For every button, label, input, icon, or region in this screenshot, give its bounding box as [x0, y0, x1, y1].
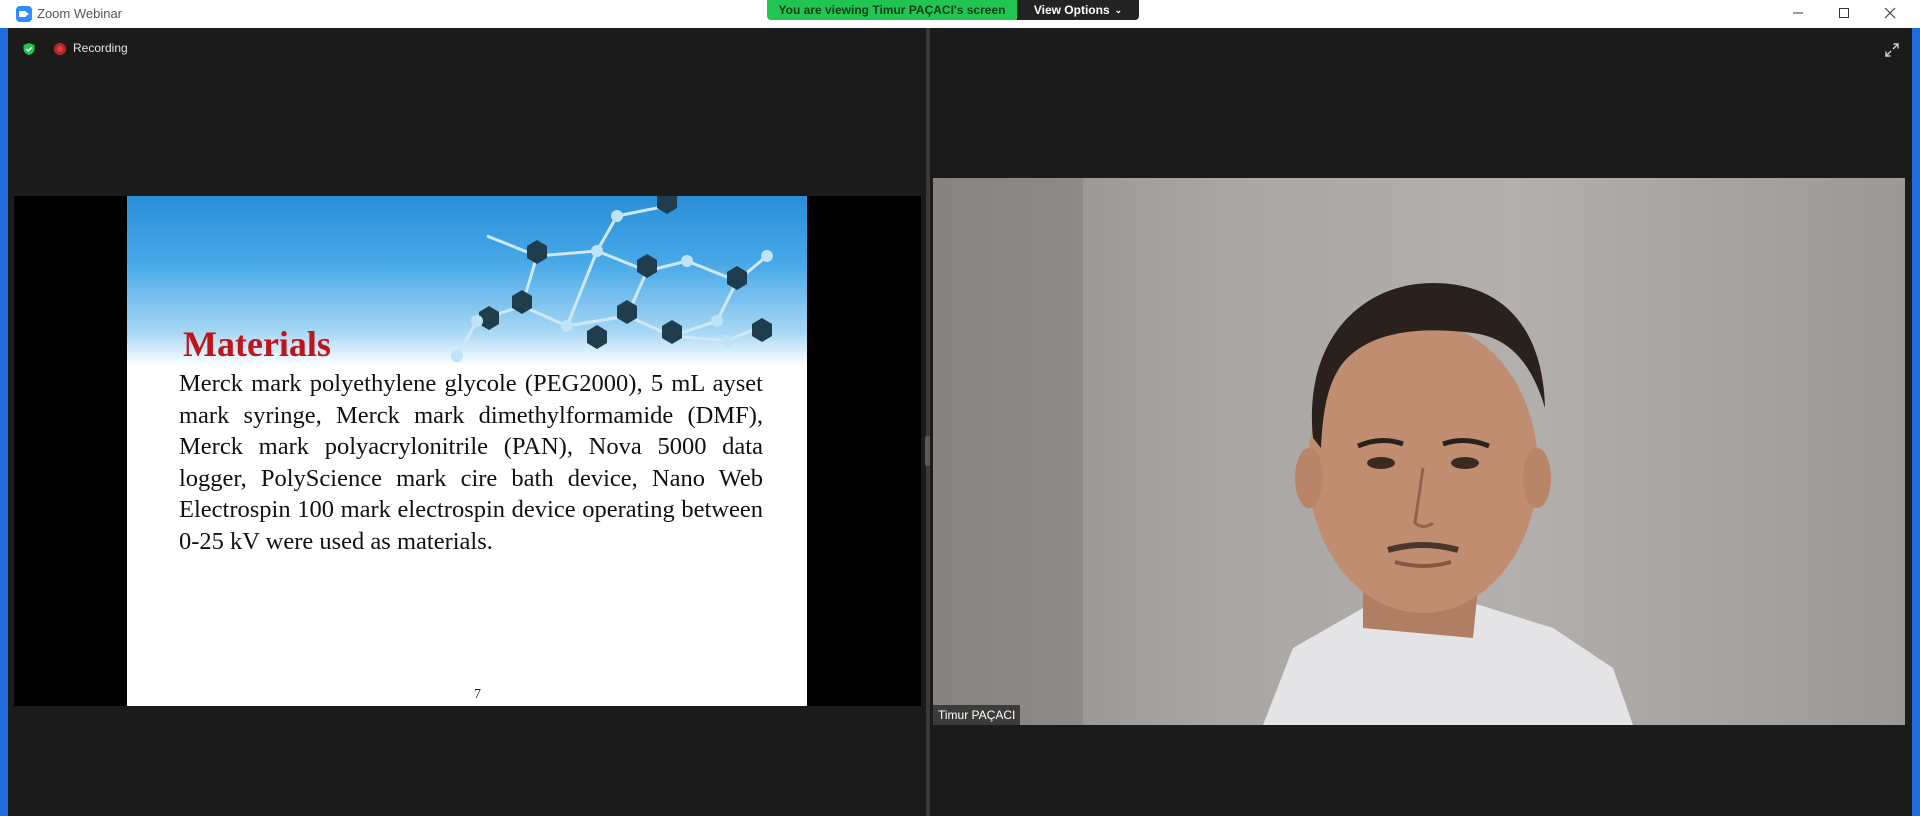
shield-icon[interactable] [22, 42, 36, 56]
shared-screen[interactable]: Materials Merck mark polyethylene glycol… [14, 196, 921, 706]
presentation-slide: Materials Merck mark polyethylene glycol… [127, 196, 807, 706]
maximize-icon [1839, 8, 1849, 18]
share-border-left [0, 28, 8, 816]
recording-label: Recording [73, 41, 128, 55]
close-icon [1884, 7, 1896, 19]
participant-silhouette [933, 178, 1633, 725]
view-options-label: View Options [1033, 3, 1110, 17]
close-button[interactable] [1870, 2, 1910, 24]
zoom-logo-icon [16, 6, 32, 22]
maximize-button[interactable] [1824, 2, 1864, 24]
slide-body-text: Merck mark polyethylene glycole (PEG2000… [179, 370, 763, 555]
slide-page-number: 7 [474, 687, 481, 702]
window-title: Zoom Webinar [37, 6, 123, 21]
view-options-button[interactable]: View Options ⌄ [1017, 0, 1139, 20]
participant-name-tag: Timur PAÇACI [933, 705, 1021, 725]
viewing-screen-banner: You are viewing Timur PAÇACI's screen [767, 0, 1017, 20]
minimize-button[interactable] [1778, 2, 1818, 24]
recording-icon[interactable] [54, 43, 66, 55]
slide-title: Materials [183, 324, 331, 364]
chevron-down-icon: ⌄ [1114, 4, 1123, 15]
expand-icon[interactable] [1884, 42, 1900, 58]
minimize-icon [1793, 12, 1803, 14]
participant-video[interactable] [933, 178, 1905, 725]
share-border-right [1912, 28, 1920, 816]
